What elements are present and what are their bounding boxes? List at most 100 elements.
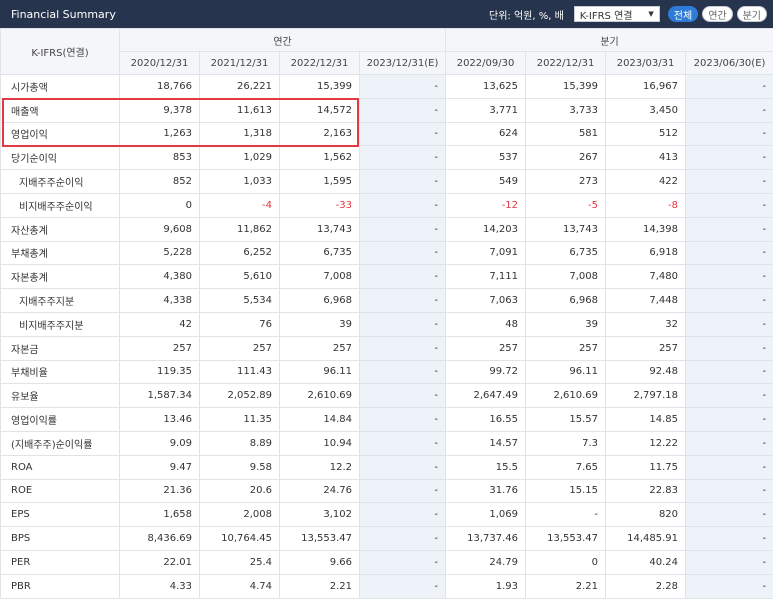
- value-cell: 14,203: [445, 216, 527, 242]
- value-cell: 1,658: [119, 502, 200, 528]
- period-header: 2021/12/31: [199, 51, 280, 75]
- table-row: BPS 8,436.69 10,764.45 13,553.47-13,737.46 1…: [0, 526, 773, 551]
- value-cell: -: [685, 97, 773, 123]
- value-cell: 2,797.18: [605, 383, 687, 409]
- row-label: 시가총액: [0, 74, 120, 99]
- row-label: 자산총계: [0, 216, 120, 242]
- value-cell: 537: [445, 145, 527, 171]
- value-cell: 12.22: [605, 430, 687, 456]
- value-cell: -: [685, 359, 773, 385]
- table-row: PBR 4.33 4.74 2.21-1.93 2.21 2.28-: [0, 573, 773, 599]
- table-row: 비지배주주순이익 0 -4 -33- -12 -5 -8-: [0, 192, 773, 218]
- value-cell: 3,733: [525, 97, 607, 123]
- value-cell: 10.94: [279, 430, 360, 456]
- value-cell: 9.58: [199, 454, 280, 480]
- period-header: 2023/06/30(E): [685, 51, 773, 75]
- value-cell: 14.84: [279, 407, 360, 432]
- value-cell: 257: [525, 335, 607, 361]
- view-all-button[interactable]: 전체: [667, 6, 699, 22]
- value-cell: 2,647.49: [445, 383, 527, 409]
- value-cell: 5,534: [199, 288, 280, 313]
- value-cell: 2.21: [525, 573, 607, 599]
- value-cell: 4.74: [199, 573, 280, 599]
- value-cell: 10,764.45: [199, 526, 280, 551]
- value-cell: 92.48: [605, 359, 687, 385]
- value-cell: 4.33: [119, 573, 200, 599]
- value-cell: 13,737.46: [445, 526, 527, 551]
- panel-title: Financial Summary: [11, 7, 116, 21]
- value-cell: 15,399: [279, 74, 360, 99]
- row-label: 영업이익률: [0, 407, 120, 432]
- value-cell: -: [358, 502, 447, 528]
- value-cell: 14,485.91: [605, 526, 687, 551]
- value-cell: 2.21: [279, 573, 360, 599]
- value-cell: 4,338: [119, 288, 200, 313]
- standard-select-value: K-IFRS 연결: [579, 10, 633, 22]
- value-cell: 96.11: [279, 359, 360, 385]
- value-cell: -: [358, 573, 447, 599]
- value-cell: -: [358, 526, 447, 551]
- value-cell: 24.79: [445, 549, 527, 575]
- value-cell: -: [358, 216, 447, 242]
- value-cell: -: [358, 240, 447, 266]
- value-cell: 1,587.34: [119, 383, 200, 409]
- table-row: (지배주주)순이익률 9.09 8.89 10.94-14.57 7.3 12.22-: [0, 430, 773, 456]
- value-cell: 26,221: [199, 74, 280, 99]
- value-cell: 273: [525, 169, 607, 194]
- value-cell: -: [685, 169, 773, 194]
- value-cell: 5,610: [199, 264, 280, 290]
- group-header-row: K-IFRS(연결) 연간 분기: [0, 28, 773, 75]
- row-label: 부채비율: [0, 359, 120, 385]
- value-cell: -: [685, 311, 773, 337]
- value-cell: 11.75: [605, 454, 687, 480]
- value-cell: -: [685, 478, 773, 504]
- row-label: 자본금: [0, 335, 120, 361]
- value-cell: 6,735: [525, 240, 607, 266]
- value-cell: 14,398: [605, 216, 687, 242]
- value-cell: -: [358, 478, 447, 504]
- view-annual-button[interactable]: 연간: [702, 6, 733, 22]
- table-row: 부채총계 5,228 6,252 6,735-7,091 6,735 6,918-: [0, 240, 773, 266]
- value-cell: 9.66: [279, 549, 360, 575]
- value-cell: 2,163: [279, 121, 360, 147]
- value-cell: 8,436.69: [119, 526, 200, 551]
- view-quarter-button[interactable]: 분기: [736, 6, 767, 22]
- value-cell: 31.76: [445, 478, 527, 504]
- value-cell: 257: [605, 335, 687, 361]
- unit-label: 단위: 억원, %, 배: [489, 10, 564, 22]
- value-cell: 13,743: [525, 216, 607, 242]
- value-cell: 39: [279, 311, 360, 337]
- value-cell: 257: [445, 335, 527, 361]
- row-label: BPS: [0, 526, 120, 551]
- header-controls: 단위: 억원, %, 배 K-IFRS 연결 ▼ 전체 연간 분기: [489, 6, 767, 22]
- value-cell: 6,918: [605, 240, 687, 266]
- value-cell: -33: [279, 192, 360, 218]
- value-cell: 25.4: [199, 549, 280, 575]
- table-row: EPS 1,658 2,008 3,102-1,069-820-: [0, 502, 773, 528]
- dropdown-arrow-icon: ▼: [648, 10, 654, 18]
- value-cell: -: [358, 407, 447, 432]
- standard-select[interactable]: K-IFRS 연결 ▼: [573, 6, 660, 22]
- value-cell: -: [358, 454, 447, 480]
- value-cell: 413: [605, 145, 687, 171]
- value-cell: 257: [199, 335, 280, 361]
- value-cell: 257: [119, 335, 200, 361]
- period-header: 2023/12/31(E): [358, 51, 447, 75]
- value-cell: 4,380: [119, 264, 200, 290]
- quarter-group-header: 분기: [445, 28, 773, 52]
- value-cell: 1,595: [279, 169, 360, 194]
- value-cell: 6,735: [279, 240, 360, 266]
- row-label: 비지배주주순이익: [0, 192, 120, 218]
- table-row: 영업이익 1,263 1,318 2,163-624 581 512-: [0, 121, 773, 147]
- row-label: 지배주주지분: [0, 288, 120, 313]
- value-cell: 1.93: [445, 573, 527, 599]
- value-cell: -: [358, 430, 447, 456]
- table-row: 지배주주지분 4,338 5,534 6,968-7,063 6,968 7,448-: [0, 288, 773, 313]
- value-cell: 0: [119, 192, 200, 218]
- value-cell: 99.72: [445, 359, 527, 385]
- value-cell: 3,771: [445, 97, 527, 123]
- value-cell: -8: [605, 192, 687, 218]
- value-cell: 3,102: [279, 502, 360, 528]
- value-cell: 15,399: [525, 74, 607, 99]
- value-cell: 422: [605, 169, 687, 194]
